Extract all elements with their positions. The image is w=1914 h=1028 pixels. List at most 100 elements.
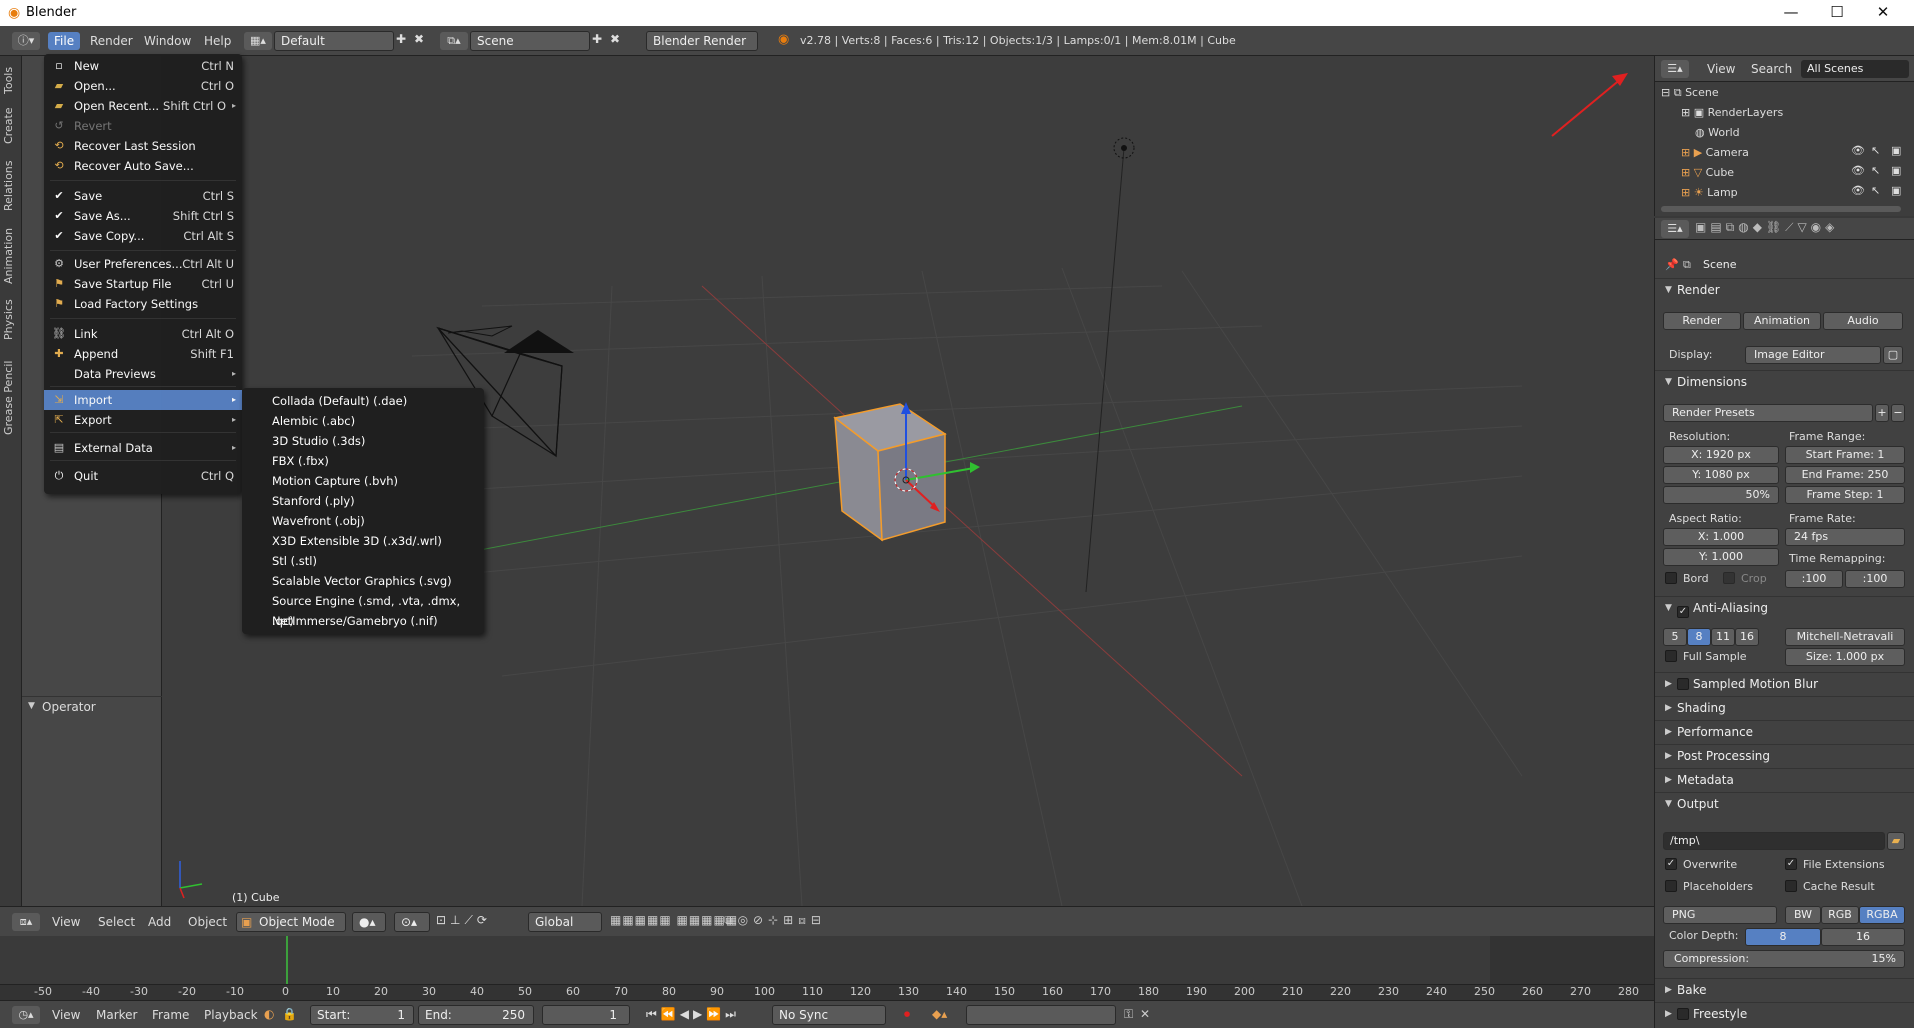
color-rgb-button[interactable]: RGB xyxy=(1821,906,1859,924)
import-ply[interactable]: Stanford (.ply) xyxy=(242,491,484,511)
aspect-y-field[interactable]: Y: 1.000 xyxy=(1663,548,1779,566)
lock-interface-icon[interactable]: ▢ xyxy=(1883,346,1903,364)
menu-item-quit[interactable]: ⏻ Quit Ctrl Q xyxy=(44,466,242,486)
current-frame-input[interactable]: 1 xyxy=(542,1005,630,1025)
menu-item-new[interactable]: ▫ New Ctrl N xyxy=(44,56,242,76)
remove-scene-icon[interactable]: ✖ xyxy=(610,32,620,46)
outliner-scrollbar[interactable] xyxy=(1661,206,1901,212)
editor-type-icon[interactable]: ⓘ▾ xyxy=(12,32,40,50)
menu-item-user-preferences[interactable]: ⚙ User Preferences... Ctrl Alt U xyxy=(44,254,242,274)
scene-field[interactable]: Scene xyxy=(470,31,590,51)
menu-item-revert[interactable]: ↺ Revert xyxy=(44,116,242,136)
file-format-select[interactable]: PNG xyxy=(1663,906,1777,924)
import-nif[interactable]: NetImmerse/Gamebryo (.nif) xyxy=(242,611,484,631)
properties-editor-icon[interactable]: ☰▴ xyxy=(1661,220,1689,238)
import-obj[interactable]: Wavefront (.obj) xyxy=(242,511,484,531)
menu-item-append[interactable]: ✚ Append Shift F1 xyxy=(44,344,242,364)
remove-preset-icon[interactable]: − xyxy=(1891,404,1905,422)
select-arrow-icon[interactable]: ↖ xyxy=(1871,184,1880,197)
dimensions-panel-header[interactable]: ▼ Dimensions xyxy=(1655,370,1914,392)
import-stl[interactable]: Stl (.stl) xyxy=(242,551,484,571)
menu-item-save-as[interactable]: ✔ Save As... Shift Ctrl S xyxy=(44,206,242,226)
render-animation-button[interactable]: Animation xyxy=(1743,312,1821,330)
menu-window[interactable]: Window xyxy=(138,32,197,50)
menu-render[interactable]: Render xyxy=(84,32,139,50)
select-arrow-icon[interactable]: ↖ xyxy=(1871,144,1880,157)
color-rgba-button[interactable]: RGBA xyxy=(1859,906,1905,924)
outliner-row-renderlayers[interactable]: ⊞ ▣ RenderLayers xyxy=(1681,106,1783,119)
pin-icon[interactable]: 📌 xyxy=(1665,258,1679,271)
mode-select[interactable]: ▣ Object Mode xyxy=(236,912,346,932)
frame-rate-select[interactable]: 24 fps xyxy=(1785,528,1905,546)
time-remap-new-field[interactable]: :100 xyxy=(1845,570,1905,588)
overwrite-checkbox[interactable]: ✓ xyxy=(1665,858,1677,870)
add-layout-icon[interactable]: ✚ xyxy=(396,32,406,46)
tab-create[interactable]: Create xyxy=(2,104,20,148)
menu-help[interactable]: Help xyxy=(198,32,237,50)
freestyle-panel-header[interactable]: ▶ Freestyle xyxy=(1655,1002,1914,1024)
operator-panel[interactable]: ▼ Operator xyxy=(22,696,162,718)
outliner-row-world[interactable]: ◍ World xyxy=(1695,126,1740,139)
timeline-playback-menu[interactable]: Playback xyxy=(204,1008,258,1022)
post-processing-panel-header[interactable]: ▶ Post Processing xyxy=(1655,744,1914,766)
output-panel-header[interactable]: ▼ Output xyxy=(1655,792,1914,814)
outliner-search-menu[interactable]: Search xyxy=(1751,62,1792,76)
timeline-frame-menu[interactable]: Frame xyxy=(152,1008,189,1022)
aa-samples-5[interactable]: 5 xyxy=(1663,628,1687,646)
shading-panel-header[interactable]: ▶ Shading xyxy=(1655,696,1914,718)
resolution-x-field[interactable]: X: 1920 px xyxy=(1663,446,1779,464)
menu-item-recover-auto[interactable]: ⟲ Recover Auto Save... xyxy=(44,156,242,176)
color-bw-button[interactable]: BW xyxy=(1785,906,1821,924)
transform-orientation-select[interactable]: Global xyxy=(528,912,602,932)
lock-range-icon[interactable]: 🔒 xyxy=(282,1007,297,1021)
visibility-eye-icon[interactable]: 👁 xyxy=(1851,144,1865,157)
outliner-row-scene[interactable]: ⊟ ⧉ Scene xyxy=(1661,86,1719,100)
import-fbx[interactable]: FBX (.fbx) xyxy=(242,451,484,471)
minimize-button[interactable]: — xyxy=(1768,0,1814,26)
remove-layout-icon[interactable]: ✖ xyxy=(414,32,424,46)
end-frame-input[interactable]: End: 250 xyxy=(418,1005,534,1025)
start-frame-field[interactable]: Start Frame: 1 xyxy=(1785,446,1905,464)
menu-item-open-recent[interactable]: ▰ Open Recent... Shift Ctrl O ▸ xyxy=(44,96,242,116)
import-collada[interactable]: Collada (Default) (.dae) xyxy=(242,391,484,411)
color-depth-16-button[interactable]: 16 xyxy=(1821,928,1905,946)
file-extensions-checkbox[interactable]: ✓ xyxy=(1785,858,1797,870)
properties-context-tabs[interactable]: ▣▤⧉◍◆⛓⟋▽◉◈ xyxy=(1695,220,1905,238)
render-camera-icon[interactable]: ▣ xyxy=(1891,144,1901,157)
color-depth-8-button[interactable]: 8 xyxy=(1745,928,1821,946)
freestyle-checkbox[interactable] xyxy=(1677,1008,1689,1020)
import-x3d[interactable]: X3D Extensible 3D (.x3d/.wrl) xyxy=(242,531,484,551)
resolution-y-field[interactable]: Y: 1080 px xyxy=(1663,466,1779,484)
delete-keyframe-icon[interactable]: ✕ xyxy=(1140,1007,1150,1021)
metadata-panel-header[interactable]: ▶ Metadata xyxy=(1655,768,1914,790)
outliner-view-menu[interactable]: View xyxy=(1707,62,1735,76)
render-panel-header[interactable]: ▼ Render xyxy=(1655,278,1914,300)
crop-checkbox[interactable] xyxy=(1723,572,1735,584)
manipulator-icons[interactable]: ⊡⊥⟋⟳ xyxy=(436,913,491,928)
import-3ds[interactable]: 3D Studio (.3ds) xyxy=(242,431,484,451)
screen-layout-icon[interactable]: ▦▴ xyxy=(244,32,272,50)
timeline-view-menu[interactable]: View xyxy=(52,1008,80,1022)
menu-item-open[interactable]: ▰ Open... Ctrl O xyxy=(44,76,242,96)
import-alembic[interactable]: Alembic (.abc) xyxy=(242,411,484,431)
object-menu[interactable]: Object xyxy=(188,915,227,929)
bake-panel-header[interactable]: ▶ Bake xyxy=(1655,978,1914,1000)
import-svg[interactable]: Scalable Vector Graphics (.svg) xyxy=(242,571,484,591)
tab-relations[interactable]: Relations xyxy=(2,156,20,216)
import-bvh[interactable]: Motion Capture (.bvh) xyxy=(242,471,484,491)
viewport-shading-select[interactable]: ●▴ xyxy=(352,912,386,932)
motion-blur-panel-header[interactable]: ▶ Sampled Motion Blur xyxy=(1655,672,1914,694)
maximize-button[interactable]: ☐ xyxy=(1814,0,1860,26)
layer-buttons[interactable]: ▦▦▦▦▦ ▦▦▦▦▦ xyxy=(610,913,738,927)
add-preset-icon[interactable]: + xyxy=(1875,404,1889,422)
render-camera-icon[interactable]: ▣ xyxy=(1891,184,1901,197)
outliner-display-mode[interactable]: All Scenes xyxy=(1801,60,1909,78)
menu-item-export[interactable]: ⇱ Export ▸ xyxy=(44,410,242,430)
keying-set-field[interactable] xyxy=(966,1005,1116,1025)
full-sample-checkbox[interactable] xyxy=(1665,650,1677,662)
time-remap-old-field[interactable]: :100 xyxy=(1785,570,1843,588)
pivot-point-select[interactable]: ⊙▴ xyxy=(394,912,430,932)
tab-tools[interactable]: Tools xyxy=(2,64,20,96)
tab-animation[interactable]: Animation xyxy=(2,224,20,288)
render-engine-select[interactable]: Blender Render xyxy=(646,31,758,51)
